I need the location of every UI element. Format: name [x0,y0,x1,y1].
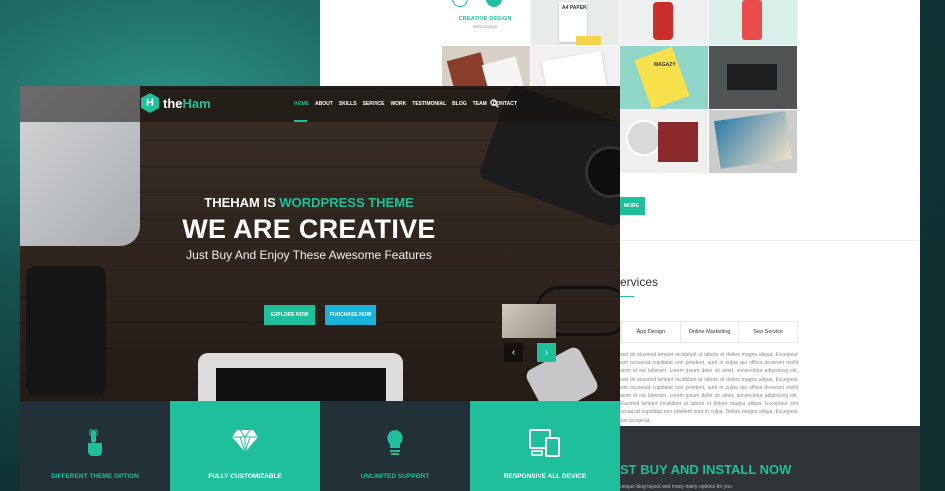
menu-item-work[interactable]: WORK [390,101,406,107]
portfolio-tile[interactable] [709,46,797,109]
portfolio-tile[interactable]: A4 PAPER [531,0,619,45]
feature-card: FULLY CUSTOMIZABLE [170,401,320,491]
logo-hex-icon: H [141,93,159,113]
devices-icon [470,429,620,457]
purchase-now-button[interactable]: PURCHASE NOW [325,305,376,325]
back-page-blank-area [320,0,442,46]
feature-card: UNLIMITED SUPPORT [320,401,470,491]
front-page-preview: H theHam HOME ABOUT SKILLS SERVICE WORK … [20,86,620,491]
services-tabs: App Design Online Marketing Seo Service [620,321,798,343]
install-subtitle: unique blog layout and many many options… [620,484,732,490]
slide-thumbnail[interactable] [502,304,556,338]
active-menu-indicator [294,120,307,122]
logo-text-suffix: Ham [182,95,211,111]
feature-label: DIFFERENT THEME OPTION [51,473,139,480]
diamond-icon [170,429,320,453]
hand-pointer-icon [20,429,170,457]
portfolio-tile[interactable] [709,110,797,173]
chevron-left-icon: ‹ [511,347,516,358]
explore-now-button[interactable]: EXPLORE NOW [264,305,315,325]
hero-subtitle: Just Buy And Enjoy These Awesome Feature… [186,248,432,262]
logo-text: theHam [163,96,211,111]
install-banner [620,426,920,491]
hero-title: WE ARE CREATIVE [182,214,436,244]
menu-item-home[interactable]: HOME [294,101,309,107]
logo-text-prefix: the [163,95,183,111]
main-menu: HOME ABOUT SKILLS SERVICE WORK TESTIMONI… [294,101,517,107]
portfolio-tile[interactable]: MAGAZY [620,46,708,109]
load-more-button[interactable]: MORE [618,197,645,215]
tab-seo-service[interactable]: Seo Service [738,322,797,342]
services-underline [620,296,634,297]
install-title: ST BUY AND INSTALL NOW [620,462,792,477]
phone-image [26,266,106,396]
feature-label: FULLY CUSTOMIZABLE [208,473,282,480]
hero-kicker-prefix: THEHAM IS [204,195,280,210]
logo[interactable]: H theHam [141,93,211,113]
portfolio-tile[interactable] [620,110,708,173]
slider-prev-button[interactable]: ‹ [504,343,523,362]
features-row: DIFFERENT THEME OPTION FULLY CUSTOMIZABL… [20,401,620,491]
tab-online-marketing[interactable]: Online Marketing [679,322,739,342]
feature-label: UNLIMITED SUPPORT [360,473,430,480]
menu-item-skills[interactable]: SKILLS [339,101,357,107]
tile-label: A4 PAPER [562,5,587,11]
search-icon[interactable] [490,99,499,108]
tile-label: MAGAZY [654,62,676,68]
menu-item-testimonial[interactable]: TESTIMONIAL [412,101,446,107]
feature-card: RESPONSIVE ALL DEVICE [470,401,620,491]
hero-kicker-highlight: WORDPRESS THEME [279,195,414,210]
menu-item-blog[interactable]: BLOG [452,101,466,107]
menu-item-team[interactable]: TEAM [473,101,487,107]
feature-label: RESPONSIVE ALL DEVICE [503,473,587,480]
menu-item-service[interactable]: SERVICE [363,101,385,107]
portfolio-tile[interactable] [620,0,708,45]
chevron-right-icon: › [544,347,549,358]
tab-app-design[interactable]: App Design [621,322,680,342]
portfolio-tile[interactable] [709,0,797,45]
slider-next-button[interactable]: › [537,343,556,362]
feature-card: DIFFERENT THEME OPTION [20,401,170,491]
services-body-text: sed do eiusmod tempor incididunt ut labo… [620,352,798,424]
services-title: ervices [620,275,659,289]
hero-kicker: THEHAM IS WORDPRESS THEME [20,195,620,210]
top-navigation: H theHam HOME ABOUT SKILLS SERVICE WORK … [20,86,620,122]
menu-item-about[interactable]: ABOUT [315,101,333,107]
lightbulb-icon [320,429,470,457]
